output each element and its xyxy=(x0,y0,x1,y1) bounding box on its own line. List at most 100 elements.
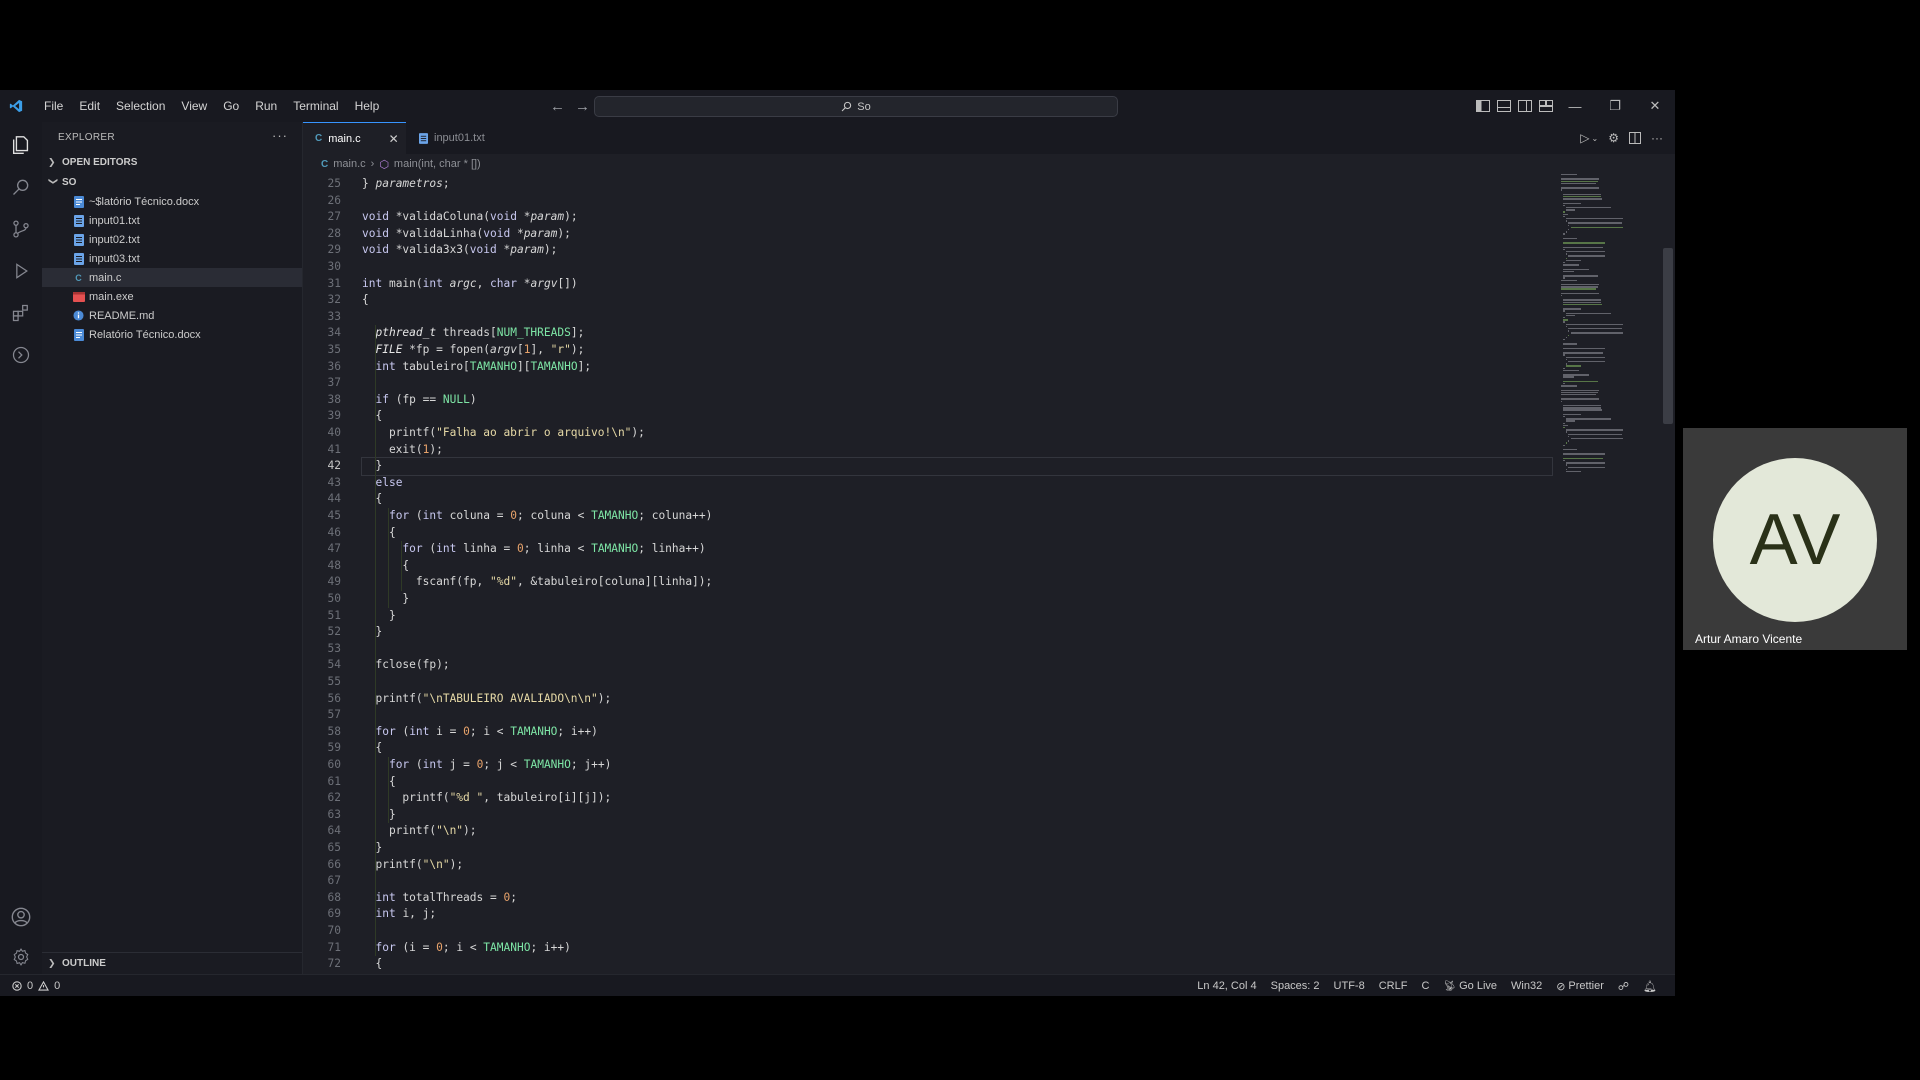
code-line[interactable]: if (fp == NULL) xyxy=(362,392,476,409)
customize-layout-icon[interactable] xyxy=(1539,100,1553,112)
code-line[interactable]: } parametros; xyxy=(362,176,450,193)
code-line[interactable]: void *validaLinha(void *param); xyxy=(362,226,571,243)
encoding[interactable]: UTF-8 xyxy=(1334,980,1365,992)
run-debug-icon[interactable] xyxy=(8,258,34,284)
run-file-icon[interactable]: ▷ xyxy=(1580,131,1589,145)
breadcrumb-symbol[interactable]: main(int, char * []) xyxy=(394,158,481,170)
code-line[interactable]: { xyxy=(362,740,382,757)
toggle-primary-sidebar-icon[interactable] xyxy=(1476,100,1490,112)
code-line[interactable]: void *valida3x3(void *param); xyxy=(362,242,557,259)
tab-input01-txt[interactable]: input01.txt xyxy=(407,122,517,154)
code-line[interactable]: printf("\n"); xyxy=(362,857,463,874)
scroll-thumb[interactable] xyxy=(1663,248,1673,424)
explorer-icon[interactable] xyxy=(8,132,34,158)
gear-icon[interactable]: ⚙ xyxy=(1608,131,1619,145)
problems-indicator[interactable]: 0 0 xyxy=(12,975,60,996)
source-control-icon[interactable] xyxy=(8,216,34,242)
split-editor-icon[interactable] xyxy=(1629,132,1641,144)
back-arrow-icon[interactable]: ← xyxy=(550,98,565,115)
minimize-icon[interactable]: — xyxy=(1555,90,1595,122)
code-line[interactable]: for (int j = 0; j < TAMANHO; j++) xyxy=(362,757,611,774)
code-area[interactable]: } parametros; void *validaColuna(void *pa… xyxy=(361,174,1582,974)
code-line[interactable]: { xyxy=(362,491,382,508)
toggle-secondary-sidebar-icon[interactable] xyxy=(1518,100,1532,112)
code-line[interactable]: else xyxy=(362,475,402,492)
file-item[interactable]: input02.txt xyxy=(42,230,302,249)
code-line[interactable]: fscanf(fp, "%d", &tabuleiro[coluna][linh… xyxy=(362,574,712,591)
code-editor[interactable]: 25 26 27 28 29 30 31 32 33 34 35 36 37 38 39 40 41 42 43 44… xyxy=(303,174,1675,974)
code-line[interactable]: } xyxy=(362,807,396,824)
menu-selection[interactable]: Selection xyxy=(108,90,173,122)
code-line[interactable]: } xyxy=(362,624,382,641)
code-line[interactable]: printf("\n"); xyxy=(362,823,477,840)
chevron-down-icon[interactable]: ⌄ xyxy=(1592,134,1599,143)
more-actions-icon[interactable]: ··· xyxy=(272,128,288,143)
code-line[interactable]: for (int i = 0; i < TAMANHO; i++) xyxy=(362,724,597,741)
menu-run[interactable]: Run xyxy=(247,90,285,122)
close-icon[interactable]: ✕ xyxy=(1635,90,1675,122)
file-item-selected[interactable]: C main.c xyxy=(42,268,302,287)
menu-terminal[interactable]: Terminal xyxy=(285,90,346,122)
code-line[interactable]: for (int coluna = 0; coluna < TAMANHO; c… xyxy=(362,508,712,525)
menu-go[interactable]: Go xyxy=(215,90,247,122)
restore-icon[interactable]: ❐ xyxy=(1595,90,1635,122)
indentation[interactable]: Spaces: 2 xyxy=(1271,980,1320,992)
menu-help[interactable]: Help xyxy=(347,90,388,122)
code-line[interactable]: FILE *fp = fopen(argv[1], "r"); xyxy=(362,342,584,359)
code-line[interactable]: printf("Falha ao abrir o arquivo!\n"); xyxy=(362,425,645,442)
file-item[interactable]: input01.txt xyxy=(42,211,302,230)
toggle-panel-icon[interactable] xyxy=(1497,100,1511,112)
tab-main-c[interactable]: C main.c ✕ xyxy=(303,122,406,154)
menu-view[interactable]: View xyxy=(173,90,215,122)
folder-section[interactable]: ❯ SO xyxy=(42,172,302,192)
code-line[interactable]: int totalThreads = 0; xyxy=(362,890,517,907)
code-line[interactable]: { xyxy=(362,525,396,542)
code-line[interactable]: int i, j; xyxy=(362,906,436,923)
code-line[interactable]: { xyxy=(362,774,396,791)
menu-edit[interactable]: Edit xyxy=(71,90,108,122)
cursor-position[interactable]: Ln 42, Col 4 xyxy=(1197,980,1256,992)
prettier-button[interactable]: ⊘ Prettier xyxy=(1556,980,1604,993)
code-line[interactable]: { xyxy=(362,956,382,973)
vertical-scrollbar[interactable] xyxy=(1661,174,1675,974)
remote-explorer-icon[interactable] xyxy=(8,342,34,368)
feedback-icon[interactable]: ☍ xyxy=(1618,980,1629,993)
accounts-icon[interactable] xyxy=(8,904,34,930)
code-line[interactable]: int main(int argc, char *argv[]) xyxy=(362,276,578,293)
file-item[interactable]: README.md xyxy=(42,306,302,325)
code-line[interactable]: pthread_t threads[NUM_THREADS]; xyxy=(362,325,584,342)
file-item[interactable]: input03.txt xyxy=(42,249,302,268)
command-center-search[interactable]: So xyxy=(594,96,1118,117)
platform[interactable]: Win32 xyxy=(1511,980,1542,992)
code-line[interactable]: { xyxy=(362,408,382,425)
code-line[interactable]: { xyxy=(362,292,369,309)
file-item[interactable]: Relatório Técnico.docx xyxy=(42,325,302,344)
language-mode[interactable]: C xyxy=(1421,980,1429,992)
search-icon[interactable] xyxy=(8,174,34,200)
minimap[interactable] xyxy=(1561,174,1661,514)
code-line[interactable]: } xyxy=(362,840,382,857)
code-line[interactable]: printf("%d ", tabuleiro[i][j]); xyxy=(362,790,611,807)
code-line[interactable]: for (int linha = 0; linha < TAMANHO; lin… xyxy=(362,541,705,558)
breadcrumb-file[interactable]: main.c xyxy=(333,158,365,170)
line-endings[interactable]: CRLF xyxy=(1379,980,1408,992)
menu-file[interactable]: File xyxy=(36,90,71,122)
code-line[interactable]: for (i = 0; i < TAMANHO; i++) xyxy=(362,940,570,957)
forward-arrow-icon[interactable]: → xyxy=(575,98,590,115)
code-line[interactable]: int tabuleiro[TAMANHO][TAMANHO]; xyxy=(362,359,591,376)
go-live-button[interactable]: 📡︎ Go Live xyxy=(1443,980,1497,992)
file-item[interactable]: ~$latório Técnico.docx xyxy=(42,192,302,211)
code-line[interactable]: void *validaColuna(void *param); xyxy=(362,209,578,226)
settings-gear-icon[interactable] xyxy=(8,944,34,970)
code-line[interactable]: { xyxy=(362,558,409,575)
code-line[interactable]: } xyxy=(361,457,1553,476)
file-item[interactable]: main.exe xyxy=(42,287,302,306)
close-tab-icon[interactable]: ✕ xyxy=(389,132,399,146)
extensions-icon[interactable] xyxy=(8,300,34,326)
outline-section[interactable]: ❯ OUTLINE xyxy=(42,952,302,974)
code-line[interactable]: } xyxy=(362,608,396,625)
code-line[interactable]: printf("\nTABULEIRO AVALIADO\n\n"); xyxy=(362,691,611,708)
notifications-bell-icon[interactable]: 🔔︎ xyxy=(1643,980,1657,993)
more-actions-icon[interactable]: ··· xyxy=(1651,131,1663,145)
code-line[interactable]: } xyxy=(362,591,409,608)
